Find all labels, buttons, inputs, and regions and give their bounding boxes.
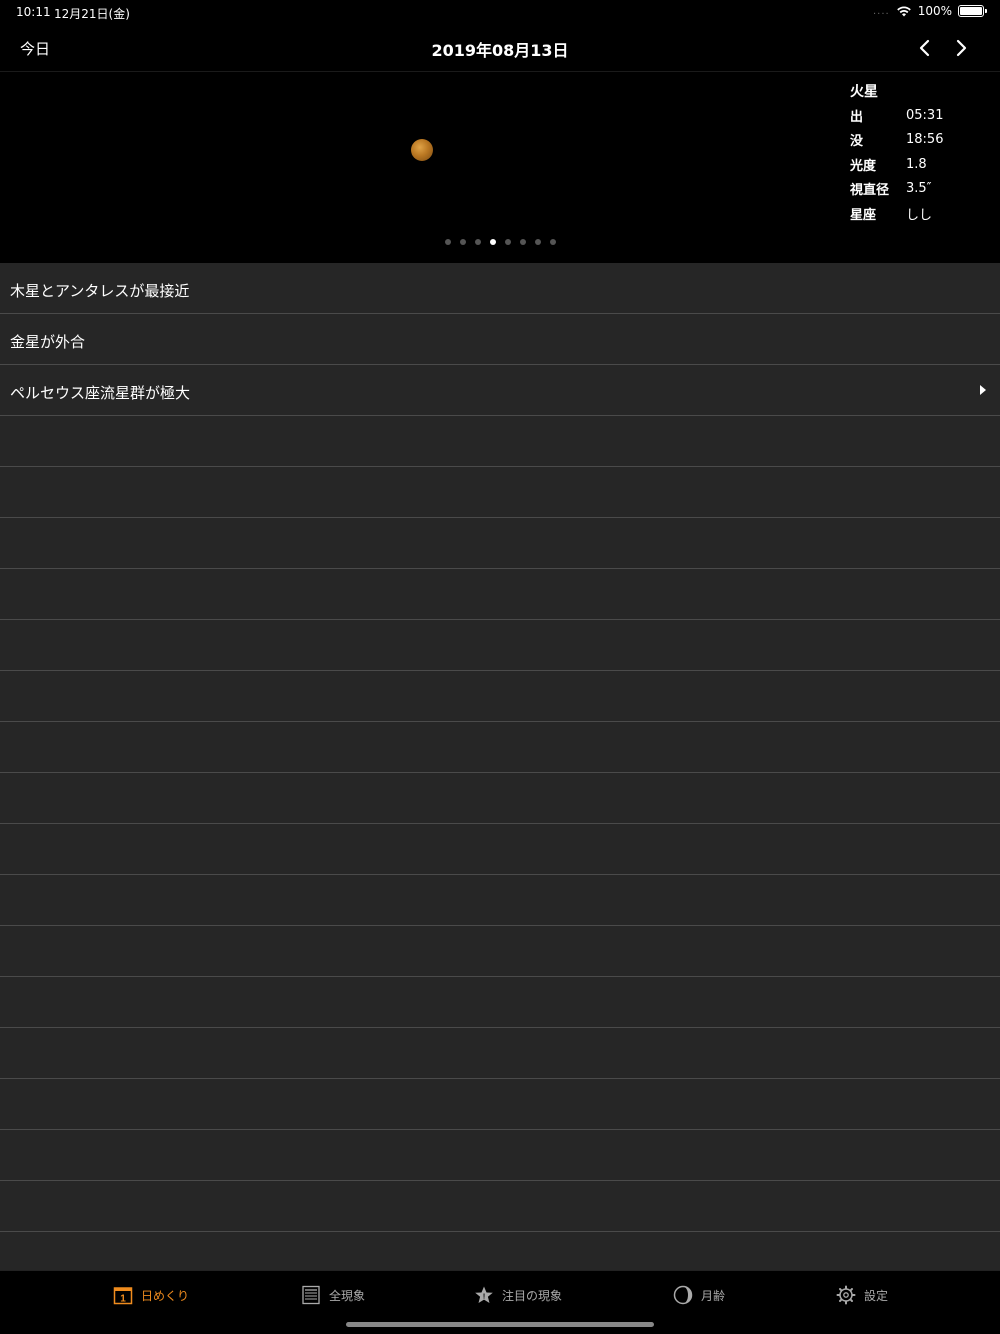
empty-row — [0, 620, 1000, 671]
wifi-icon — [896, 6, 911, 17]
empty-row — [0, 1232, 1000, 1270]
event-label: ペルセウス座流星群が極大 — [10, 384, 191, 402]
event-row[interactable]: 金星が外合 — [0, 314, 1000, 365]
chevron-right-icon[interactable] — [947, 34, 975, 62]
empty-row — [0, 1079, 1000, 1130]
tab-all-events[interactable]: 全現象 — [301, 1285, 365, 1305]
info-key: 星座 — [850, 207, 877, 223]
status-date: 12月21日(金) — [54, 7, 130, 21]
svg-text:!: ! — [483, 1294, 485, 1301]
star-icon: ! — [475, 1286, 493, 1303]
info-row-rise: 出 05:31 — [850, 103, 990, 128]
info-key: 出 — [850, 109, 864, 125]
tab-label: 日めくり — [141, 1288, 190, 1303]
empty-row — [0, 1181, 1000, 1232]
tab-calendar[interactable]: 1 日めくり — [113, 1285, 189, 1305]
info-row-magnitude: 光度 1.8 — [850, 152, 990, 177]
battery-percent: 100% — [917, 4, 952, 18]
info-value: 3.5″ — [906, 181, 932, 197]
disclosure-arrow-icon — [980, 385, 986, 395]
info-value: 05:31 — [906, 107, 944, 123]
svg-text:1: 1 — [120, 1294, 126, 1305]
page-dot[interactable] — [504, 239, 511, 245]
empty-row — [0, 569, 1000, 620]
tab-featured-events[interactable]: ! 注目の現象 — [474, 1285, 562, 1305]
planet-info-panel: 火星 出 05:31 没 18:56 光度 1.8 視直径 3.5″ 星座 しし — [850, 81, 990, 226]
tab-label: 注目の現象 — [502, 1288, 563, 1303]
info-row-diameter: 視直径 3.5″ — [850, 177, 990, 202]
planet-name: 火星 — [850, 84, 878, 100]
empty-row — [0, 977, 1000, 1028]
page-dot[interactable] — [444, 239, 451, 245]
page-dot[interactable] — [549, 239, 556, 245]
status-indicators: .... 100% — [872, 4, 987, 18]
empty-row — [0, 875, 1000, 926]
status-bar: 10:11 12月21日(金) .... 100% — [0, 0, 1000, 24]
info-value: しし — [906, 207, 933, 223]
empty-row — [0, 773, 1000, 824]
event-label: 木星とアンタレスが最接近 — [10, 282, 190, 300]
empty-row — [0, 824, 1000, 875]
info-key: 没 — [850, 134, 864, 150]
empty-row — [0, 1130, 1000, 1181]
event-label: 金星が外合 — [10, 333, 86, 351]
page-dot[interactable] — [534, 239, 541, 245]
info-value: 18:56 — [906, 132, 944, 148]
page-title: 2019年08月13日 — [431, 41, 569, 60]
tab-moon-age[interactable]: 月齢 — [673, 1285, 725, 1305]
empty-row — [0, 518, 1000, 569]
tab-settings[interactable]: 設定 — [836, 1285, 888, 1305]
page-dot[interactable] — [489, 239, 496, 245]
info-row-set: 没 18:56 — [850, 128, 990, 153]
tab-label: 設定 — [864, 1288, 889, 1303]
empty-row — [0, 1028, 1000, 1079]
battery-icon — [958, 5, 987, 17]
empty-row — [0, 926, 1000, 977]
home-indicator[interactable] — [346, 1322, 654, 1327]
list-icon — [302, 1285, 320, 1305]
page-control[interactable] — [0, 239, 1000, 245]
tab-label: 全現象 — [329, 1288, 366, 1303]
info-key: 視直径 — [850, 183, 890, 199]
page-dot[interactable] — [519, 239, 526, 245]
info-key: 光度 — [850, 158, 877, 174]
gear-icon — [836, 1285, 856, 1305]
status-time: 10:11 — [16, 5, 51, 19]
tab-label: 月齢 — [701, 1288, 726, 1303]
planet-carousel[interactable]: 火星 出 05:31 没 18:56 光度 1.8 視直径 3.5″ 星座 しし — [0, 73, 1000, 263]
event-row[interactable]: 木星とアンタレスが最接近 — [0, 263, 1000, 314]
signal-icon: .... — [872, 5, 890, 17]
moon-icon — [673, 1285, 693, 1305]
empty-row — [0, 416, 1000, 467]
event-list: 木星とアンタレスが最接近 金星が外合ペルセウス座流星群が極大 — [0, 263, 1000, 1270]
info-row-constellation: 星座 しし — [850, 201, 990, 226]
page-dot[interactable] — [474, 239, 481, 245]
navigation-bar: 今日 2019年08月13日 — [0, 24, 1000, 72]
empty-row — [0, 722, 1000, 773]
calendar-icon: 1 — [113, 1287, 133, 1305]
mars-image — [411, 139, 433, 161]
chevron-left-icon[interactable] — [911, 34, 939, 62]
empty-row — [0, 671, 1000, 722]
info-value: 1.8 — [906, 156, 927, 172]
page-dot[interactable] — [459, 239, 466, 245]
event-row[interactable]: ペルセウス座流星群が極大 — [0, 365, 1000, 416]
empty-row — [0, 467, 1000, 518]
